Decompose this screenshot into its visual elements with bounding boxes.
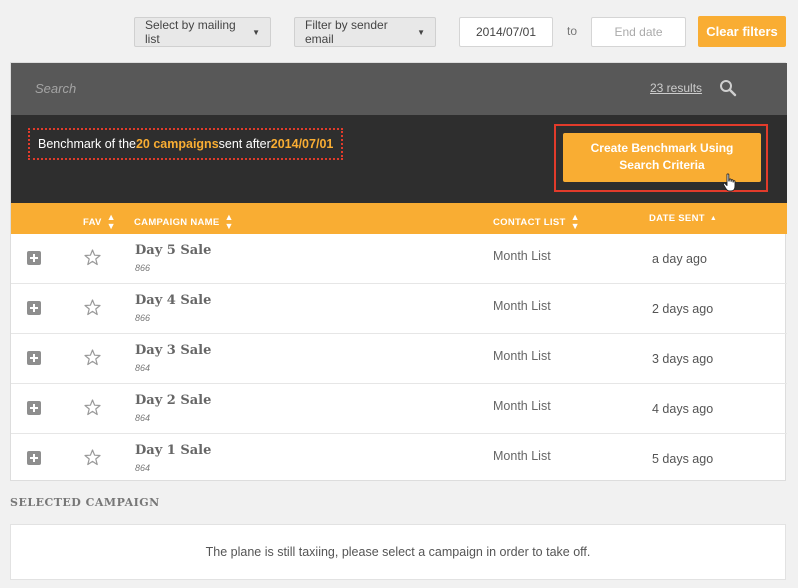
create-benchmark-button[interactable]: Create Benchmark Using Search Criteria xyxy=(563,133,761,192)
table-row[interactable]: Day 3 Sale 864 Month List 3 days ago xyxy=(11,334,787,384)
star-icon[interactable] xyxy=(84,449,101,466)
create-benchmark-label-line1: Create Benchmark Using xyxy=(590,141,734,155)
sort-icon: ▲ ▼ xyxy=(106,212,116,231)
table-row[interactable]: Day 1 Sale 864 Month List 5 days ago xyxy=(11,434,787,482)
to-label: to xyxy=(567,24,578,38)
sender-email-label: Filter by sender email xyxy=(305,18,388,46)
star-icon[interactable] xyxy=(84,299,101,316)
selected-campaign-message: The plane is still taxiing, please selec… xyxy=(205,545,591,559)
campaign-panel: Search 23 results Benchmark of the 20 ca… xyxy=(10,62,787,482)
expand-plus-icon[interactable] xyxy=(27,251,41,265)
campaign-name[interactable]: Day 1 Sale xyxy=(135,443,211,458)
hand-cursor-icon xyxy=(722,173,736,192)
campaign-id: 864 xyxy=(135,463,151,473)
table-row[interactable]: Day 2 Sale 864 Month List 4 days ago xyxy=(11,384,787,434)
benchmark-date: 2014/07/01 xyxy=(270,137,334,151)
star-icon[interactable] xyxy=(84,399,101,416)
search-bar: Search 23 results xyxy=(11,63,787,115)
table-header: FAV ▲ ▼ CAMPAIGN NAME ▲ ▼ CONTACT LIST ▲ ▼ … xyxy=(11,203,787,234)
campaign-id: 866 xyxy=(135,263,151,273)
benchmark-summary: Benchmark of the 20 campaigns sent after… xyxy=(28,128,344,160)
star-icon[interactable] xyxy=(84,349,101,366)
selected-campaign-panel: The plane is still taxiing, please selec… xyxy=(10,524,786,580)
filter-bar: Select by mailing list ▼ Filter by sende… xyxy=(0,16,798,48)
caret-down-icon: ▼ xyxy=(417,27,425,37)
date-sent: 4 days ago xyxy=(652,402,714,416)
sort-contact-list-header[interactable]: CONTACT LIST ▲ ▼ xyxy=(493,213,580,231)
benchmark-count: 20 campaigns xyxy=(135,137,219,151)
start-date-input[interactable]: 2014/07/01 xyxy=(459,17,553,47)
date-sent: 3 days ago xyxy=(652,352,714,366)
sort-icon: ▲ ▼ xyxy=(570,212,580,231)
sort-campaign-name-header[interactable]: CAMPAIGN NAME ▲ ▼ xyxy=(134,213,234,231)
campaign-name[interactable]: Day 3 Sale xyxy=(135,343,211,358)
caret-down-icon: ▼ xyxy=(252,27,260,37)
benchmark-area: Benchmark of the 20 campaigns sent after… xyxy=(11,115,787,203)
fav-header-label: FAV xyxy=(83,216,102,228)
table-row[interactable]: Day 5 Sale 866 Month List a day ago xyxy=(11,234,787,284)
contact-list: Month List xyxy=(493,299,551,313)
benchmark-middle: sent after xyxy=(218,137,271,151)
contact-list: Month List xyxy=(493,249,551,263)
results-count-link[interactable]: 23 results xyxy=(650,81,702,95)
create-benchmark-label-line2: Search Criteria xyxy=(619,158,705,172)
campaign-id: 866 xyxy=(135,313,151,323)
table-row[interactable]: Day 4 Sale 866 Month List 2 days ago xyxy=(11,284,787,334)
campaign-name[interactable]: Day 4 Sale xyxy=(135,293,211,308)
campaign-id: 864 xyxy=(135,363,151,373)
selected-campaign-heading: SELECTED CAMPAIGN xyxy=(10,496,160,509)
campaign-rows: Day 5 Sale 866 Month List a day ago Day … xyxy=(11,234,787,482)
contact-list: Month List xyxy=(493,399,551,413)
campaign-id: 864 xyxy=(135,413,151,423)
expand-plus-icon[interactable] xyxy=(27,351,41,365)
date-sent: a day ago xyxy=(652,252,707,266)
contact-list: Month List xyxy=(493,349,551,363)
mailing-list-select[interactable]: Select by mailing list ▼ xyxy=(134,17,271,47)
expand-plus-icon[interactable] xyxy=(27,301,41,315)
benchmark-button-highlight: Create Benchmark Using Search Criteria xyxy=(554,124,768,192)
expand-plus-icon[interactable] xyxy=(27,401,41,415)
sort-icon: ▲ ▼ xyxy=(224,212,234,231)
date-sent: 5 days ago xyxy=(652,452,714,466)
date-sent-header-label: DATE SENT xyxy=(649,213,705,224)
contact-list-header-label: CONTACT LIST xyxy=(493,216,566,228)
search-icon[interactable] xyxy=(719,79,737,97)
mailing-list-label: Select by mailing list xyxy=(145,18,236,46)
date-sent: 2 days ago xyxy=(652,302,714,316)
benchmark-prefix: Benchmark of the xyxy=(38,137,136,151)
sort-fav-header[interactable]: FAV ▲ ▼ xyxy=(83,213,116,231)
sender-email-select[interactable]: Filter by sender email ▼ xyxy=(294,17,436,47)
end-date-input[interactable]: End date xyxy=(591,17,686,47)
search-input[interactable]: Search xyxy=(35,81,76,96)
campaign-name[interactable]: Day 2 Sale xyxy=(135,393,211,408)
campaign-name-header-label: CAMPAIGN NAME xyxy=(134,216,220,228)
star-icon[interactable] xyxy=(84,249,101,266)
campaign-name[interactable]: Day 5 Sale xyxy=(135,243,211,258)
clear-filters-button[interactable]: Clear filters xyxy=(698,16,786,47)
expand-plus-icon[interactable] xyxy=(27,451,41,465)
contact-list: Month List xyxy=(493,449,551,463)
sort-ascending-icon: ▲ xyxy=(709,215,718,222)
sort-date-sent-header[interactable]: DATE SENT ▲ xyxy=(649,213,717,224)
